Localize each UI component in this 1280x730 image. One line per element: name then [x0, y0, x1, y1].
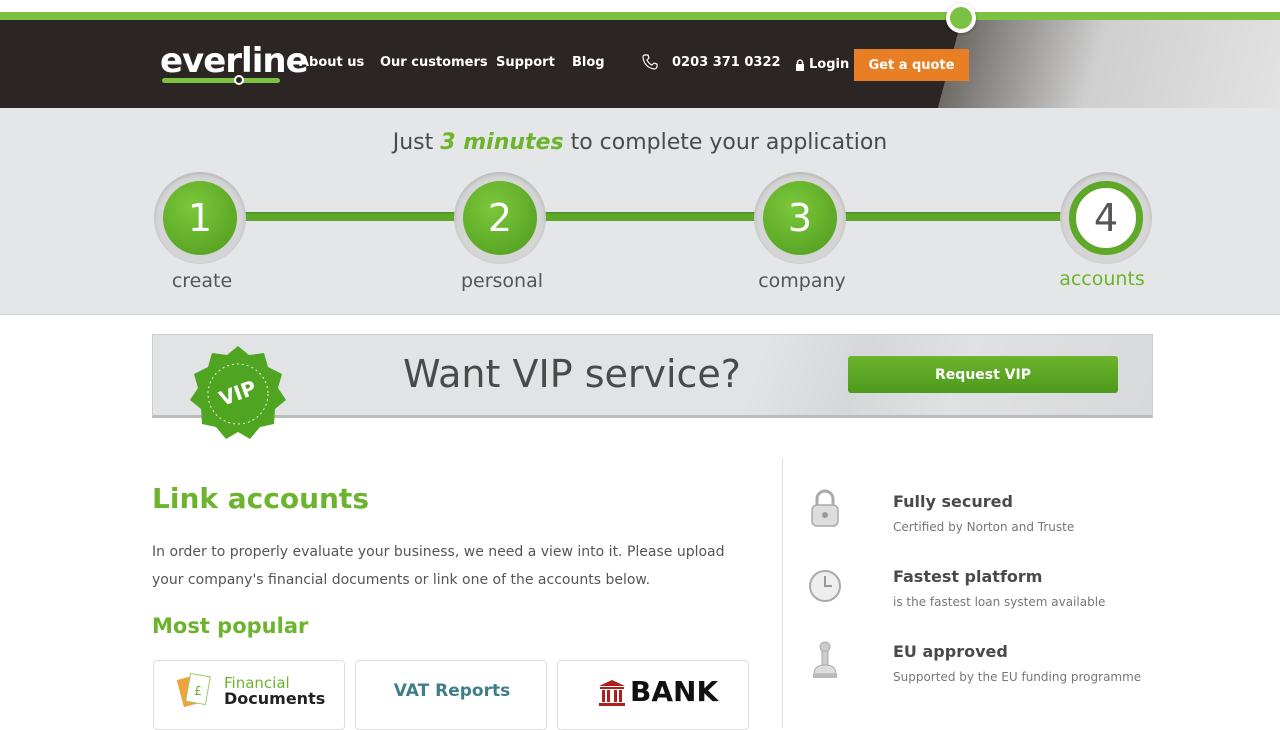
- step-2-label: personal: [460, 270, 544, 292]
- get-a-quote-button[interactable]: Get a quote: [854, 49, 969, 81]
- page-title: Link accounts: [152, 482, 369, 515]
- progress-line: [0, 12, 1280, 20]
- padlock-icon: [811, 489, 839, 527]
- step-2[interactable]: 2: [454, 172, 546, 264]
- phone-icon: [642, 54, 658, 70]
- popular-heading: Most popular: [152, 614, 309, 638]
- financial-label-line2: Documents: [224, 689, 326, 708]
- headline-prefix: Just: [392, 130, 434, 155]
- clock-icon: [809, 570, 841, 602]
- nav-blog[interactable]: Blog: [572, 55, 605, 70]
- headline-emphasis: 3 minutes: [440, 130, 564, 155]
- column-divider: [782, 458, 783, 728]
- step-1-number: 1: [163, 181, 237, 255]
- steps-track: [200, 212, 1100, 221]
- nav-support[interactable]: Support: [496, 55, 555, 70]
- logo-dot: [234, 75, 244, 85]
- logo-underline: [162, 78, 280, 83]
- header-decoration: [920, 20, 1280, 108]
- feature-desc-eu: Supported by the EU funding programme: [893, 670, 1142, 684]
- feature-desc-fastest: is the fastest loan system available: [893, 595, 1106, 609]
- lock-icon: [796, 58, 804, 71]
- step-3[interactable]: 3: [754, 172, 846, 264]
- headline-suffix: to complete your application: [570, 130, 888, 155]
- top-strip: [0, 0, 1280, 12]
- phone-contact[interactable]: 0203 371 0322: [642, 54, 781, 70]
- feature-desc-secured: Certified by Norton and Truste: [893, 520, 1075, 534]
- bank-label: BANK: [630, 675, 719, 708]
- intro-text: In order to properly evaluate your busin…: [152, 544, 725, 588]
- steps-headline: Just 3 minutes to complete your applicat…: [0, 130, 1280, 155]
- phone-number: 0203 371 0322: [672, 54, 781, 70]
- step-3-number: 3: [763, 181, 837, 255]
- feature-title-fastest: Fastest platform: [893, 567, 1043, 586]
- vat-reports-label: VAT Reports: [393, 681, 511, 701]
- feature-title-eu: EU approved: [893, 642, 1008, 661]
- step-4[interactable]: 4: [1060, 172, 1152, 264]
- logo[interactable]: everline: [160, 44, 309, 78]
- step-4-label: accounts: [1059, 268, 1145, 290]
- stamp-icon: [813, 641, 837, 678]
- progress-indicator-dot: [946, 3, 976, 33]
- step-3-label: company: [758, 270, 846, 292]
- vip-title: Want VIP service?: [403, 352, 741, 396]
- step-4-number: 4: [1069, 181, 1143, 255]
- feature-title-secured: Fully secured: [893, 492, 1013, 511]
- login-link[interactable]: Login: [795, 57, 849, 72]
- svg-text:£: £: [194, 684, 202, 698]
- step-1-label: create: [171, 270, 233, 292]
- documents-icon: £: [176, 672, 211, 708]
- nav-about-us[interactable]: About us: [299, 55, 364, 70]
- step-2-number: 2: [463, 181, 537, 255]
- login-label: Login: [809, 57, 850, 72]
- nav-our-customers[interactable]: Our customers: [380, 55, 488, 70]
- step-1[interactable]: 1: [154, 172, 246, 264]
- vip-badge-icon: VIP: [190, 346, 286, 439]
- request-vip-button[interactable]: Request VIP: [848, 356, 1118, 393]
- bank-icon: [599, 680, 625, 706]
